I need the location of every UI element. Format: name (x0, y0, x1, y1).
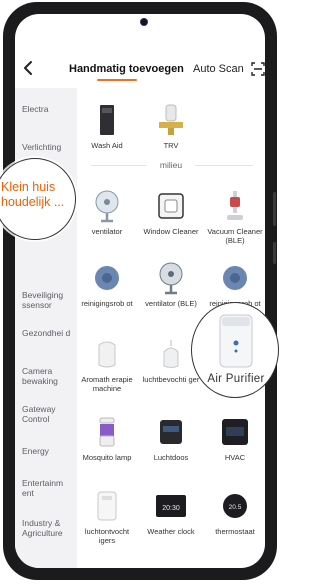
device-mosquito-lamp[interactable]: Mosquito lamp (77, 414, 137, 462)
device-ventilator[interactable]: ventilator (77, 188, 137, 236)
air-purifier-callout[interactable]: Air Purifier (191, 302, 279, 398)
callout-label: Klein huis houdelijk ... (1, 180, 65, 209)
device-label: HVAC (224, 453, 246, 462)
dehumidifier-icon (89, 488, 125, 524)
air-box-icon (153, 414, 189, 450)
sidebar-item-electra[interactable]: Electra (22, 104, 74, 114)
back-button[interactable] (21, 60, 35, 79)
trv-valve-icon (153, 102, 189, 138)
device-weather-clock[interactable]: 20:30 Weather clock (141, 488, 201, 536)
device-label: reinigingsrob ot (81, 299, 133, 308)
window-cleaner-icon (153, 188, 189, 224)
volume-button (273, 192, 276, 226)
fan-icon (153, 260, 189, 296)
chevron-left-icon (24, 61, 32, 75)
wash-aid-icon (89, 102, 125, 138)
device-label: Window Cleaner (143, 227, 199, 236)
scan-button[interactable] (251, 62, 265, 76)
device-label: thermostaat (215, 527, 255, 536)
device-label: Wash Aid (91, 141, 123, 150)
humidifier-icon (153, 336, 189, 372)
device-aroma-diffuser[interactable]: Aromath erapie machine (77, 336, 137, 393)
sidebar-item-energy[interactable]: Energy (22, 446, 74, 456)
device-trv[interactable]: TRV (141, 102, 201, 150)
clock-time: 20:30 (162, 505, 180, 512)
sidebar-item-entertainment[interactable]: Entertainm ent (22, 478, 74, 498)
sidebar-item-beveiliging[interactable]: Beveiliging ssensor (22, 290, 74, 310)
device-label: ventilator (91, 227, 123, 236)
device-ventilator-ble[interactable]: ventilator (BLE) (141, 260, 201, 308)
front-camera (140, 18, 148, 26)
fan-icon (89, 188, 125, 224)
power-button (273, 242, 276, 264)
air-purifier-label: Air Purifier (207, 373, 265, 385)
device-air-box[interactable]: Luchtdoos (141, 414, 201, 462)
device-hvac[interactable]: HVAC (205, 414, 265, 462)
device-window-cleaner[interactable]: Window Cleaner (141, 188, 201, 236)
device-label: luchtontvocht igers (84, 527, 130, 545)
device-label: Mosquito lamp (82, 453, 132, 462)
device-wash-aid[interactable]: Wash Aid (77, 102, 137, 150)
device-reinigingsrobot-2[interactable]: reinigingsrob ot (205, 260, 265, 308)
device-label: Weather clock (147, 527, 195, 536)
scan-frame-icon (251, 62, 265, 76)
sidebar-item-verlichting[interactable]: Verlichting (22, 142, 74, 152)
tab-auto-scan[interactable]: Auto Scan (193, 63, 244, 75)
thermostat-value: 20.5 (229, 504, 242, 511)
device-reinigingsrobot[interactable]: reinigingsrob ot (77, 260, 137, 308)
app-screen: Handmatig toevoegen Auto Scan Electra Ve… (15, 14, 265, 568)
device-label: Luchtdoos (153, 453, 189, 462)
robot-vacuum-icon (217, 260, 253, 296)
sidebar-item-industry[interactable]: Industry & Agriculture (22, 518, 74, 538)
device-thermostat[interactable]: 20.5 thermostaat (205, 488, 265, 536)
device-label: Aromath erapie machine (81, 375, 133, 393)
aroma-diffuser-icon (89, 336, 125, 372)
thermostat-icon: 20.5 (217, 488, 253, 524)
hvac-panel-icon (217, 414, 253, 450)
mosquito-lamp-icon (89, 414, 125, 450)
robot-vacuum-icon (89, 260, 125, 296)
vacuum-cleaner-icon (217, 188, 253, 224)
air-purifier-icon (219, 314, 253, 368)
device-dehumidifier[interactable]: luchtontvocht igers (77, 488, 137, 545)
device-label: Vacuum Cleaner (BLE) (207, 227, 263, 245)
tab-manual-add[interactable]: Handmatig toevoegen (69, 63, 184, 75)
weather-clock-icon: 20:30 (153, 488, 189, 524)
active-tab-indicator (97, 79, 137, 81)
device-vacuum-cleaner-ble[interactable]: Vacuum Cleaner (BLE) (205, 188, 265, 245)
device-label: TRV (163, 141, 179, 150)
sidebar-item-camera[interactable]: Camera bewaking (22, 366, 74, 386)
phone-frame: Handmatig toevoegen Auto Scan Electra Ve… (3, 2, 277, 580)
sidebar-item-gezondheid[interactable]: Gezondhei d (22, 328, 74, 338)
sidebar-item-gateway[interactable]: Gateway Control (22, 404, 74, 424)
header: Handmatig toevoegen Auto Scan (15, 54, 265, 88)
section-divider (195, 165, 253, 166)
